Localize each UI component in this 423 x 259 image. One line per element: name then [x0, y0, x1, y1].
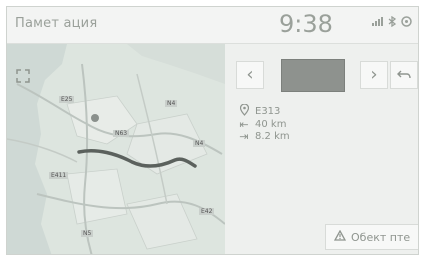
road-label: E25 — [59, 96, 75, 103]
distance-row-2: ⇥ 8.2 km — [237, 130, 290, 143]
distance-value-1: 40 km — [255, 119, 287, 130]
status-bar: Памет ация 9:38 — [7, 7, 418, 44]
back-button[interactable] — [390, 61, 418, 89]
settings-icon — [401, 16, 412, 30]
chevron-left-icon: ‹ — [246, 64, 254, 85]
warning-icon — [333, 229, 347, 244]
road-info-row: E313 — [237, 103, 281, 119]
clock: 9:38 — [279, 10, 333, 38]
report-button[interactable]: Обект пте — [325, 224, 418, 250]
app-title: Памет ация — [15, 16, 98, 31]
report-button-label: Обект пте — [351, 230, 411, 244]
road-sign-display — [281, 59, 345, 92]
chevron-right-icon: › — [370, 64, 378, 85]
route-panel: ‹ › E313 ⇤ 40 km ⇥ 8.2 km Обект пте — [225, 44, 418, 254]
map-view[interactable]: E25 N4 N63 E411 N4 N5 E42 — [7, 44, 225, 254]
road-label: N5 — [81, 230, 94, 237]
road-label: E411 — [49, 172, 69, 179]
road-label: N63 — [113, 130, 130, 137]
prev-button[interactable]: ‹ — [236, 61, 264, 89]
road-label: N4 — [193, 140, 206, 147]
navigation-screen: Памет ация 9:38 E25 N4 N63 E411 N4 N5 E4… — [6, 6, 419, 255]
back-icon — [397, 65, 411, 86]
distance-icon: ⇥ — [239, 130, 249, 143]
road-label-text: E313 — [255, 106, 281, 117]
road-label: N4 — [165, 100, 178, 107]
road-label: E42 — [199, 208, 215, 215]
signal-icon — [371, 16, 383, 30]
bluetooth-icon — [388, 15, 397, 30]
status-icons — [371, 15, 412, 30]
location-pin-icon — [237, 103, 251, 119]
distance-value-2: 8.2 km — [255, 131, 290, 142]
expand-icon[interactable] — [15, 68, 31, 84]
next-button[interactable]: › — [360, 61, 388, 89]
